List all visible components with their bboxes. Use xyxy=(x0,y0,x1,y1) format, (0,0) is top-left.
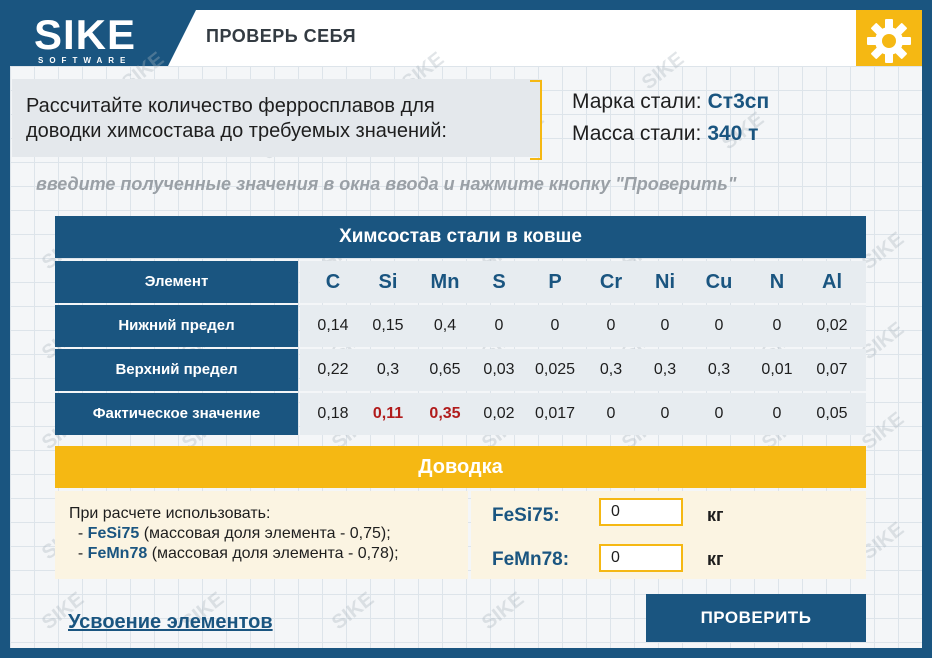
table-cell: 0,07 xyxy=(816,361,848,378)
femn-input[interactable] xyxy=(599,544,683,572)
table-cell: 0 xyxy=(772,317,782,334)
element-header-row: C Si Mn S P Cr Ni Cu N Al xyxy=(300,261,866,303)
bracket-decoration xyxy=(530,80,542,160)
steel-mass: Масса стали: 340 т xyxy=(572,122,758,146)
table-cell: 0,15 xyxy=(372,317,404,334)
table-cell: 0 xyxy=(494,317,504,334)
element-header-cell: C xyxy=(325,271,341,293)
row-label-lower: Нижний предел xyxy=(55,305,298,347)
element-header-cell: N xyxy=(769,271,785,293)
table-row: 0,14 0,15 0,4 0 0 0 0 0 0 0,02 xyxy=(300,305,866,347)
element-header-cell: Si xyxy=(378,271,398,293)
table-cell: 0,4 xyxy=(433,317,457,334)
steel-grade-label: Марка стали: xyxy=(572,90,702,113)
table-cell: 0,05 xyxy=(816,405,848,422)
element-header-cell: Ni xyxy=(655,271,675,293)
fesi-input[interactable] xyxy=(599,498,683,526)
task-line: доводки химсостава до требуемых значений… xyxy=(26,120,447,142)
row-label-actual: Фактическое значение xyxy=(55,393,298,435)
element-header-cell: P xyxy=(548,271,562,293)
element-header-cell: Mn xyxy=(430,271,460,293)
table-cell: 0,65 xyxy=(429,361,461,378)
table-cell: 0,017 xyxy=(534,405,576,422)
table-cell: 0,14 xyxy=(317,317,349,334)
table-cell: 0 xyxy=(660,405,670,422)
ferroalloy-info: При расчете использовать: - FeSi75 (масс… xyxy=(69,505,399,562)
logo-subtext: SOFTWARE xyxy=(38,56,132,65)
table-cell: 0 xyxy=(550,317,560,334)
table-cell: 0,3 xyxy=(376,361,400,378)
table-cell: 0,22 xyxy=(317,361,349,378)
table-cell: 0,025 xyxy=(534,361,576,378)
element-header-cell: Cr xyxy=(599,271,623,293)
table-cell: 0 xyxy=(772,405,782,422)
element-header-label: Элемент xyxy=(55,261,298,303)
instruction-hint: введите полученные значения в окна ввода… xyxy=(36,174,737,194)
ferroalloy-femn-name: FeMn78 xyxy=(87,545,148,562)
steel-grade-value: Ст3сп xyxy=(707,90,770,113)
steel-mass-value: 340 т xyxy=(707,122,759,145)
fesi-unit: кг xyxy=(707,505,724,525)
table-cell: 0 xyxy=(714,317,724,334)
element-absorption-link[interactable]: Усвоение элементов xyxy=(68,611,273,634)
ferroalloy-fesi-name: FeSi75 xyxy=(87,525,140,542)
ferroalloy-fesi-desc: (массовая доля элемента - 0,75); xyxy=(143,525,391,542)
ferroalloy-femn-desc: (массовая доля элемента - 0,78); xyxy=(151,545,399,562)
table-cell: 0,02 xyxy=(483,405,515,422)
task-line: Рассчитайте количество ферросплавов для xyxy=(26,95,435,117)
dovodka-title: Доводка xyxy=(55,446,866,488)
element-header-cell: Al xyxy=(822,271,842,293)
table-row: 0,22 0,3 0,65 0,03 0,025 0,3 0,3 0,3 0,01 0,07 xyxy=(300,349,866,391)
table-row: 0,18 0,11 0,35 0,02 0,017 0 0 0 0 0,05 xyxy=(300,393,866,435)
gear-icon xyxy=(867,19,911,63)
table-cell: 0,3 xyxy=(599,361,623,378)
steel-grade: Марка стали: Ст3сп xyxy=(572,90,769,114)
table-cell: 0,02 xyxy=(816,317,848,334)
table-cell: 0 xyxy=(660,317,670,334)
table-cell: 0,01 xyxy=(761,361,793,378)
chem-table-title: Химсостав стали в ковше xyxy=(55,216,866,258)
table-cell: 0 xyxy=(606,317,616,334)
fesi-label: FeSi75: xyxy=(492,505,560,526)
table-cell: 0,3 xyxy=(707,361,731,378)
femn-label: FeMn78: xyxy=(492,549,570,570)
table-cell: 0,35 xyxy=(429,405,461,422)
sike-logo: SIKE SOFTWARE xyxy=(34,11,156,66)
table-cell: 0,18 xyxy=(317,405,349,422)
element-header-cell: S xyxy=(492,271,506,293)
task-description: Рассчитайте количество ферросплавов для … xyxy=(26,94,546,144)
table-cell: 0 xyxy=(606,405,616,422)
table-cell: 0,11 xyxy=(372,405,404,422)
header: SIKE SOFTWARE ПРОВЕРЬ СЕБЯ xyxy=(0,0,932,86)
row-label-upper: Верхний предел xyxy=(55,349,298,391)
table-cell: 0,03 xyxy=(483,361,515,378)
table-cell: 0,3 xyxy=(653,361,677,378)
check-button[interactable]: ПРОВЕРИТЬ xyxy=(646,594,866,642)
element-header-cell: Cu xyxy=(705,271,733,293)
info-intro: При расчете использовать: xyxy=(69,505,271,522)
table-cell: 0 xyxy=(714,405,724,422)
logo-text: SIKE xyxy=(34,11,137,58)
steel-mass-label: Масса стали: xyxy=(572,122,702,145)
femn-unit: кг xyxy=(707,549,724,569)
page-title: ПРОВЕРЬ СЕБЯ xyxy=(206,26,357,46)
